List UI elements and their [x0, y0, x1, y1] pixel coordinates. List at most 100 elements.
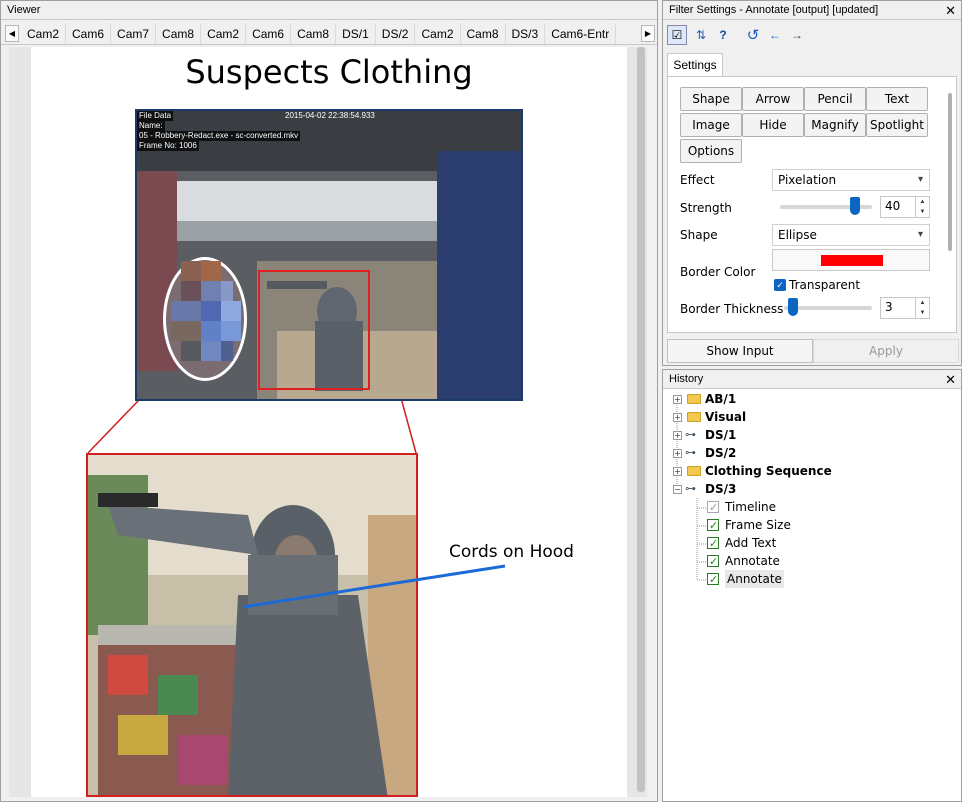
collapse-icon[interactable]: − [673, 485, 682, 494]
spotlight-button[interactable]: Spotlight [866, 113, 928, 137]
expand-icon[interactable]: + [673, 449, 682, 458]
history-child-label: Annotate [725, 570, 784, 588]
strength-stepper[interactable]: 40 ▲ ▼ [880, 196, 930, 218]
history-child-label: Frame Size [725, 518, 791, 532]
tab-cam6[interactable]: Cam6 [66, 23, 112, 44]
filter-settings-close-icon[interactable]: ✕ [945, 1, 956, 20]
tab-cam8[interactable]: Cam8 [156, 23, 202, 44]
filter-settings-title-bar: Filter Settings - Annotate [output] [upd… [663, 1, 961, 20]
expand-icon[interactable]: + [673, 431, 682, 440]
history-child-checkbox[interactable] [707, 517, 719, 535]
history-child-checkbox[interactable] [707, 571, 719, 589]
annotation-label: Cords on Hood [449, 542, 574, 562]
image-button[interactable]: Image [680, 113, 742, 137]
tab-cam7[interactable]: Cam7 [111, 23, 157, 44]
tab-cam8-b[interactable]: Cam8 [291, 23, 337, 44]
effect-value: Pixelation [778, 173, 837, 187]
viewer-tab-bar: ◀ Cam2 Cam6 Cam7 Cam8 Cam2 Cam6 Cam8 DS/1 DS/2 Ca… [1, 23, 657, 45]
apply-button[interactable]: Apply [813, 339, 959, 363]
viewer-tabs: Cam2 Cam6 Cam7 Cam8 Cam2 Cam6 Cam8 DS/1 DS/2 Cam2… [21, 23, 639, 44]
tab-cam8-c[interactable]: Cam8 [461, 23, 506, 44]
arrow-button[interactable]: Arrow [742, 87, 804, 111]
history-item-visual[interactable]: + Visual [663, 408, 953, 426]
document-page: Suspects Clothing File Data Name: 05 - R… [31, 47, 627, 797]
shape-button[interactable]: Shape [680, 87, 742, 111]
settings-scrollbar[interactable] [948, 93, 952, 251]
tab-cam6-b[interactable]: Cam6 [246, 23, 292, 44]
transparent-checkbox[interactable]: ✓ [774, 279, 786, 291]
border-color-button[interactable] [772, 249, 930, 271]
history-item-ds1[interactable]: + ⊶ DS/1 [663, 426, 953, 444]
annotation-arrow [242, 564, 506, 609]
border-color-label: Border Color [680, 265, 756, 279]
border-thickness-slider-thumb[interactable] [787, 298, 798, 316]
border-thickness-stepper[interactable]: 3 ▲ ▼ [880, 297, 930, 319]
history-item-label: DS/3 [705, 482, 737, 496]
border-color-swatch [821, 255, 883, 266]
hide-button[interactable]: Hide [742, 113, 804, 137]
history-child-checkbox[interactable] [707, 535, 719, 553]
history-item-label: Clothing Sequence [705, 464, 832, 478]
transparent-label: Transparent [789, 278, 861, 292]
strength-label: Strength [680, 201, 732, 215]
history-child-frame-size[interactable]: Frame Size [663, 516, 953, 535]
back-icon[interactable]: ← [765, 25, 785, 45]
expand-icon[interactable]: + [673, 413, 682, 422]
tab-cam2[interactable]: Cam2 [21, 23, 67, 44]
stepper-up-icon[interactable]: ▲ [916, 197, 929, 207]
effect-dropdown[interactable]: Pixelation ▾ [772, 169, 930, 191]
viewer-title-bar: Viewer [1, 1, 657, 20]
shape-dropdown[interactable]: Ellipse ▾ [772, 224, 930, 246]
tab-ds3[interactable]: DS/3 [506, 23, 546, 44]
history-item-ds3[interactable]: − ⊶ DS/3 [663, 480, 953, 498]
magnify-button[interactable]: Magnify [804, 113, 866, 137]
tab-settings[interactable]: Settings [667, 53, 723, 77]
tab-scroll-right-icon[interactable]: ▶ [641, 25, 655, 42]
history-child-annotate-selected[interactable]: Annotate [663, 570, 953, 589]
border-thickness-label: Border Thickness [680, 302, 784, 316]
text-button[interactable]: Text [866, 87, 928, 111]
history-child-label: Annotate [725, 554, 780, 568]
tab-ds1[interactable]: DS/1 [336, 23, 376, 44]
chevron-down-icon: ▾ [917, 229, 923, 240]
toggle-check-icon[interactable]: ☑ [667, 25, 687, 45]
expand-icon[interactable]: + [673, 467, 682, 476]
link-icon: ⊶ [685, 446, 696, 459]
preview-icon[interactable]: ⇅ [691, 25, 711, 45]
tab-ds2[interactable]: DS/2 [376, 23, 416, 44]
viewer-title: Viewer [7, 4, 41, 16]
stepper-down-icon[interactable]: ▼ [916, 207, 929, 217]
history-item-label: DS/1 [705, 428, 737, 442]
stepper-down-icon[interactable]: ▼ [916, 308, 929, 318]
viewer-vertical-scrollbar[interactable] [635, 47, 647, 797]
tab-scroll-left-icon[interactable]: ◀ [5, 25, 19, 42]
history-child-annotate[interactable]: Annotate [663, 552, 953, 571]
history-item-ab1[interactable]: + AB/1 [663, 390, 953, 408]
link-icon: ⊶ [685, 428, 696, 441]
history-item-ds2[interactable]: + ⊶ DS/2 [663, 444, 953, 462]
shape-label: Shape [680, 228, 718, 242]
help-icon[interactable]: ? [713, 25, 733, 45]
strength-slider-thumb[interactable] [849, 197, 860, 215]
history-child-checkbox[interactable] [707, 499, 719, 517]
history-child-timeline[interactable]: Timeline [663, 498, 953, 517]
tab-cam6-entry[interactable]: Cam6-Entr [545, 23, 617, 44]
forward-icon[interactable]: → [787, 25, 807, 45]
refresh-icon[interactable]: ↺ [743, 25, 763, 45]
history-child-add-text[interactable]: Add Text [663, 534, 953, 553]
tab-cam2-b[interactable]: Cam2 [201, 23, 247, 44]
strength-value: 40 [885, 199, 901, 213]
document-area: Suspects Clothing File Data Name: 05 - R… [9, 47, 647, 797]
show-input-button[interactable]: Show Input [667, 339, 813, 363]
effect-label: Effect [680, 173, 715, 187]
history-item-clothing-sequence[interactable]: + Clothing Sequence [663, 462, 953, 480]
history-child-checkbox[interactable] [707, 553, 719, 571]
tab-cam2-c[interactable]: Cam2 [415, 23, 461, 44]
folder-icon [687, 412, 701, 422]
shape-value: Ellipse [778, 228, 817, 242]
options-button[interactable]: Options [680, 139, 742, 163]
expand-icon[interactable]: + [673, 395, 682, 404]
stepper-up-icon[interactable]: ▲ [916, 298, 929, 308]
viewer-scroll-thumb[interactable] [637, 47, 645, 792]
pencil-button[interactable]: Pencil [804, 87, 866, 111]
